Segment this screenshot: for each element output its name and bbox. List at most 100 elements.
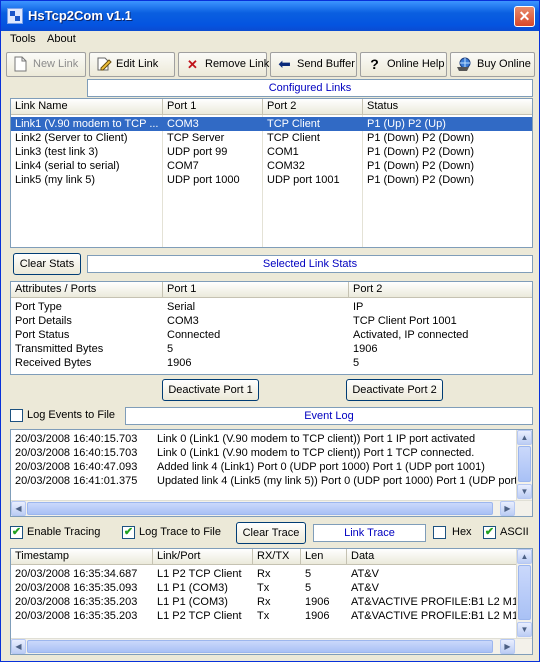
event-log-list[interactable]: 20/03/2008 16:40:15.703 Link 0 (Link1 (V… [10,429,533,517]
scroll-down-icon[interactable]: ▼ [517,484,532,499]
table-row: Transmitted Bytes 5 1906 [15,343,378,355]
title-bar[interactable]: HsTcp2Com v1.1 ✕ [1,1,539,31]
stats-col-port1[interactable]: Port 1 [163,282,349,297]
trace-vscrollbar[interactable]: ▲ ▼ [516,549,532,638]
stats-col-port2[interactable]: Port 2 [349,282,532,297]
list-item[interactable]: 20/03/2008 16:40:47.093 Added link 4 (Li… [11,460,516,474]
online-help-button[interactable]: ? Online Help [360,52,447,77]
scroll-left-icon[interactable]: ◀ [11,639,26,654]
trace-hscrollbar[interactable]: ◀ ▶ [11,638,532,654]
table-row: Port Details COM3 TCP Client Port 1001 [15,315,457,327]
remove-link-button[interactable]: ✕ Remove Link [178,52,270,77]
app-window: HsTcp2Com v1.1 ✕ Tools About New Link Ed… [0,0,540,662]
app-icon [7,8,23,24]
send-buffer-button[interactable]: ⬅ Send Buffer [270,52,357,77]
trace-hscroll-thumb[interactable] [27,640,493,653]
configured-links-title: Configured Links [87,79,533,97]
scroll-right-icon[interactable]: ▶ [500,639,515,654]
buy-online-button[interactable]: Buy Online [450,52,535,77]
new-link-label: New Link [33,58,79,70]
log-trace-to-file-label: Log Trace to File [139,526,221,538]
ascii-checkbox[interactable]: ✔ [483,526,496,539]
scroll-up-icon[interactable]: ▲ [517,430,532,445]
trace-col-linkport[interactable]: Link/Port [153,549,253,564]
links-col-port2[interactable]: Port 2 [263,99,363,114]
event-log-vscrollbar[interactable]: ▲ ▼ [516,430,532,500]
send-buffer-label: Send Buffer [297,58,355,70]
menu-tools[interactable]: Tools [10,33,36,45]
stats-list[interactable]: Attributes / Ports Port 1 Port 2 Port Ty… [10,281,533,375]
send-arrow-icon: ⬅ [278,56,291,73]
links-col-name[interactable]: Link Name [11,99,163,114]
new-link-button[interactable]: New Link [6,52,86,77]
trace-col-len[interactable]: Len [301,549,347,564]
table-row[interactable]: 20/03/2008 16:35:35.093 L1 P1 (COM3) Tx … [11,581,516,595]
selected-link-stats-title: Selected Link Stats [87,255,533,273]
remove-link-label: Remove Link [205,58,270,70]
menu-bar: Tools About [1,31,539,49]
new-doc-icon [12,56,29,73]
help-question-icon: ? [370,56,379,72]
table-row[interactable]: Link3 (test link 3) UDP port 99 COM1 P1 … [11,145,532,159]
online-help-label: Online Help [387,58,445,70]
log-trace-to-file-checkbox[interactable]: ✔ [122,526,135,539]
edit-link-button[interactable]: Edit Link [89,52,175,77]
scroll-right-icon[interactable]: ▶ [500,501,515,516]
trace-col-data[interactable]: Data [347,549,516,564]
edit-link-label: Edit Link [116,58,159,70]
list-item[interactable]: 20/03/2008 16:41:01.375 Updated link 4 (… [11,474,516,488]
buy-online-label: Buy Online [477,58,531,70]
table-row: Port Status Connected Activated, IP conn… [15,329,469,341]
menu-about[interactable]: About [47,33,76,45]
event-log-hscrollbar[interactable]: ◀ ▶ [11,500,532,516]
hex-label: Hex [452,526,472,538]
ascii-label: ASCII [500,526,529,538]
window-title: HsTcp2Com v1.1 [28,8,132,23]
list-item[interactable]: 20/03/2008 16:40:15.703 Link 0 (Link1 (V… [11,446,516,460]
event-log-vscroll-thumb[interactable] [518,446,531,482]
trace-vscroll-thumb[interactable] [518,565,531,620]
table-row[interactable]: 20/03/2008 16:35:34.687 L1 P2 TCP Client… [11,567,516,581]
scroll-down-icon[interactable]: ▼ [517,622,532,637]
close-button[interactable]: ✕ [514,6,535,27]
trace-header: Timestamp Link/Port RX/TX Len Data [11,549,516,565]
table-row[interactable]: Link1 (V.90 modem to TCP ... COM3 TCP Cl… [11,117,532,131]
table-row[interactable]: 20/03/2008 16:35:35.203 L1 P2 TCP Client… [11,609,516,623]
deactivate-port1-button[interactable]: Deactivate Port 1 [162,379,259,401]
check-icon: ✔ [11,526,22,538]
table-row[interactable]: Link5 (my link 5) UDP port 1000 UDP port… [11,173,532,187]
check-icon: ✔ [484,526,495,538]
toolbar: New Link Edit Link ✕ Remove Link ⬅ Send … [1,51,539,79]
enable-tracing-label: Enable Tracing [27,526,101,538]
table-row: Port Type Serial IP [15,301,364,313]
table-row: Received Bytes 1906 5 [15,357,360,369]
scroll-up-icon[interactable]: ▲ [517,549,532,564]
event-log-hscroll-thumb[interactable] [27,502,493,515]
links-header: Link Name Port 1 Port 2 Status [11,99,532,115]
trace-col-rxtx[interactable]: RX/TX [253,549,301,564]
log-events-checkbox[interactable] [10,409,23,422]
links-col-port1[interactable]: Port 1 [163,99,263,114]
edit-doc-icon [95,56,112,73]
clear-stats-button[interactable]: Clear Stats [13,253,81,275]
link-trace-title: Link Trace [313,524,426,542]
stats-header: Attributes / Ports Port 1 Port 2 [11,282,532,298]
stats-col-attributes[interactable]: Attributes / Ports [11,282,163,297]
links-col-status[interactable]: Status [363,99,532,114]
links-list[interactable]: Link Name Port 1 Port 2 Status Link1 (V.… [10,98,533,248]
table-row[interactable]: Link4 (serial to serial) COM7 COM32 P1 (… [11,159,532,173]
check-icon: ✔ [123,526,134,538]
cart-globe-icon [456,56,473,73]
deactivate-port2-button[interactable]: Deactivate Port 2 [346,379,443,401]
clear-trace-button[interactable]: Clear Trace [236,522,306,544]
log-events-label: Log Events to File [27,409,116,421]
link-trace-list[interactable]: Timestamp Link/Port RX/TX Len Data 20/03… [10,548,533,655]
trace-col-timestamp[interactable]: Timestamp [11,549,153,564]
list-item[interactable]: 20/03/2008 16:40:15.703 Link 0 (Link1 (V… [11,432,516,446]
table-row[interactable]: 20/03/2008 16:35:35.203 L1 P1 (COM3) Rx … [11,595,516,609]
table-row[interactable]: Link2 (Server to Client) TCP Server TCP … [11,131,532,145]
hex-checkbox[interactable] [433,526,446,539]
enable-tracing-checkbox[interactable]: ✔ [10,526,23,539]
remove-x-icon: ✕ [187,57,198,72]
scroll-left-icon[interactable]: ◀ [11,501,26,516]
